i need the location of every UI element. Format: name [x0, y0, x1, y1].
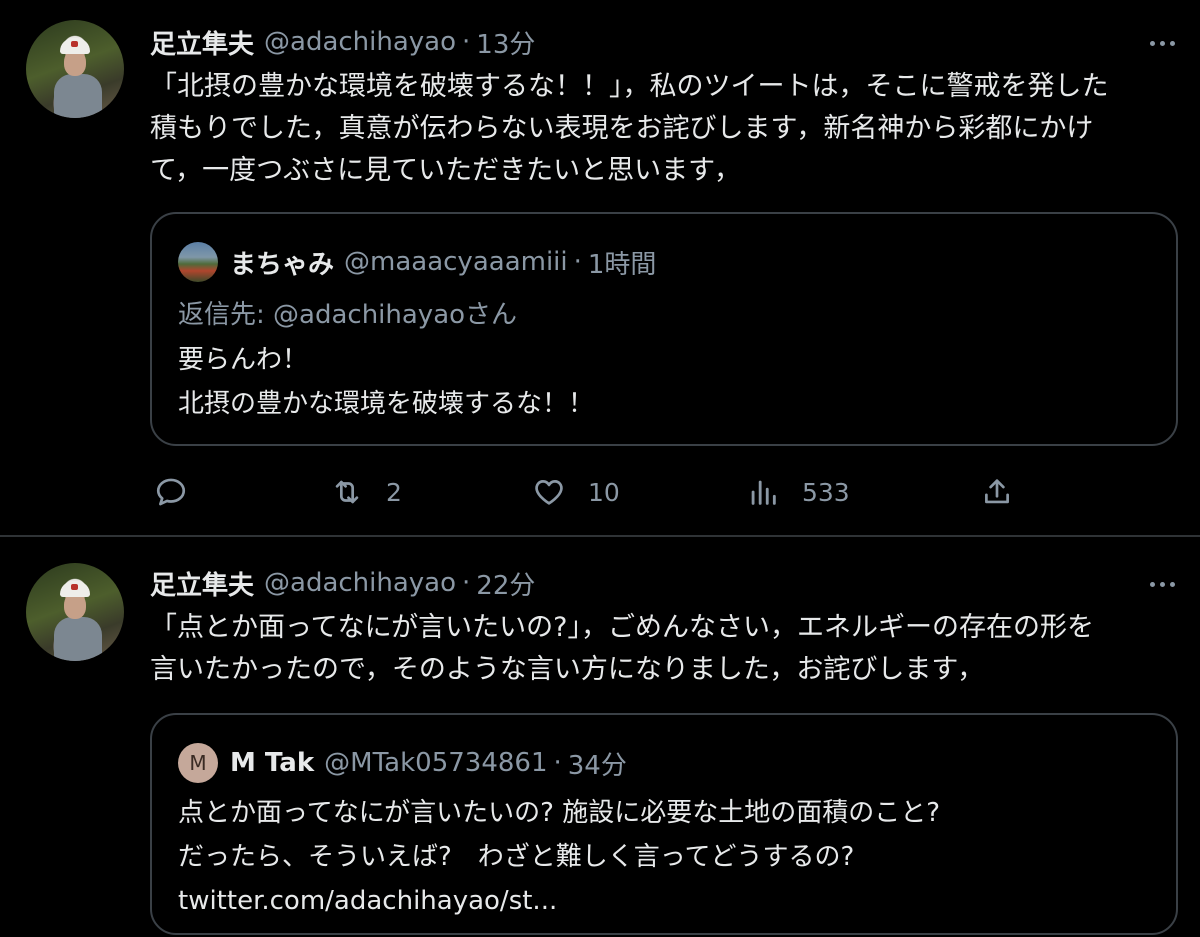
share-icon: [985, 479, 1009, 504]
more-options-icon[interactable]: [1140, 569, 1184, 599]
quoted-tweet-header: まちゃみ @maaacyaaamiii · 1時間: [178, 242, 656, 282]
author-name[interactable]: 足立隼夫: [150, 565, 254, 602]
retweet-count: 2: [386, 477, 402, 507]
more-options-icon[interactable]: [1140, 28, 1184, 58]
quoted-text-line: 要らんわ！: [178, 345, 309, 375]
separator-dot: ·: [462, 568, 471, 598]
views-count: 533: [802, 477, 850, 507]
tweet-text: 「点とか面ってなにが言いたいの?」，ごめんなさい，エネルギーの存在の形を 言いた…: [150, 607, 1180, 691]
tweet-actions: 2 10 533: [150, 470, 1030, 514]
quoted-tweet[interactable]: M M Tak @MTak05734861 · 34分 点とか面ってなにが言いた…: [150, 713, 1178, 935]
views-button[interactable]: 533: [746, 470, 850, 514]
heart-icon: [535, 480, 563, 505]
retweet-button[interactable]: 2: [330, 470, 402, 514]
author-handle[interactable]: @adachihayao: [264, 27, 456, 57]
share-button[interactable]: [980, 470, 1014, 514]
bar-chart-icon: [751, 480, 776, 505]
separator-dot: ·: [553, 748, 562, 778]
tweet[interactable]: 足立隼夫 @adachihayao · 22分 「点とか面ってなにが言いたいの?…: [0, 537, 1200, 937]
quoted-tweet-text: 点とか面ってなにが言いたいの? 施設に必要な土地の面積のこと? だったら、そうい…: [178, 791, 940, 923]
quoted-text-line: 北摂の豊かな環境を破壊するな！！: [178, 389, 595, 419]
separator-dot: ·: [462, 27, 471, 57]
tweet-text-line: 「北摂の豊かな環境を破壊するな！！」，私のツイートは，そこに警戒を発した: [150, 71, 1109, 102]
reply-to-label: 返信先: @adachihayaoさん: [178, 300, 518, 330]
tweet-time[interactable]: 13分: [476, 24, 535, 61]
quoted-author-avatar: [178, 242, 218, 282]
tweet-text-line: 言いたかったので，そのような言い方になりました，お詫びします，: [150, 654, 985, 685]
author-handle[interactable]: @adachihayao: [264, 568, 456, 598]
author-name[interactable]: 足立隼夫: [150, 24, 254, 61]
like-button[interactable]: 10: [532, 470, 620, 514]
quoted-text-line: だったら、そういえば? わざと難しく言ってどうするの?: [178, 842, 855, 872]
author-avatar[interactable]: [26, 563, 124, 661]
retweet-icon: [335, 480, 359, 504]
reply-icon: [156, 478, 186, 506]
tweet-header: 足立隼夫 @adachihayao · 22分: [150, 565, 535, 601]
quoted-author-name: M Tak: [230, 748, 315, 778]
author-avatar[interactable]: [26, 20, 124, 118]
quoted-tweet-text: 要らんわ！ 北摂の豊かな環境を破壊するな！！: [178, 338, 594, 426]
tweet-text-line: 「点とか面ってなにが言いたいの?」，ごめんなさい，エネルギーの存在の形を: [150, 612, 1094, 643]
reply-button[interactable]: [154, 470, 188, 514]
tweet-text-line: て，一度つぶさに見ていただきたいと思います，: [150, 155, 742, 186]
tweet-text: 「北摂の豊かな環境を破壊するな！！」，私のツイートは，そこに警戒を発した 積もり…: [150, 66, 1180, 192]
quoted-tweet-time: 1時間: [587, 249, 657, 280]
quoted-author-handle: @maaacyaaamiii: [344, 247, 568, 277]
tweet[interactable]: 足立隼夫 @adachihayao · 13分 「北摂の豊かな環境を破壊するな！…: [0, 0, 1200, 536]
tweet-text-line: 積もりでした，真意が伝わらない表現をお詫びします，新名神から彩都にかけ: [150, 113, 1094, 144]
quoted-tweet[interactable]: まちゃみ @maaacyaaamiii · 1時間 返信先: @adachiha…: [150, 212, 1178, 446]
quoted-author-name: まちゃみ: [230, 249, 335, 280]
quoted-author-avatar: M: [178, 743, 218, 783]
quoted-tweet-header: M M Tak @MTak05734861 · 34分: [178, 743, 627, 783]
tweet-header: 足立隼夫 @adachihayao · 13分: [150, 24, 535, 60]
quoted-tweet-time: 34分: [567, 750, 627, 781]
quoted-author-handle: @MTak05734861: [324, 748, 548, 778]
tweet-time[interactable]: 22分: [476, 565, 535, 602]
separator-dot: ·: [573, 247, 582, 277]
like-count: 10: [588, 477, 620, 507]
quoted-link[interactable]: twitter.com/adachihayao/st...: [178, 879, 940, 923]
quoted-text-line: 点とか面ってなにが言いたいの? 施設に必要な土地の面積のこと?: [178, 798, 941, 828]
